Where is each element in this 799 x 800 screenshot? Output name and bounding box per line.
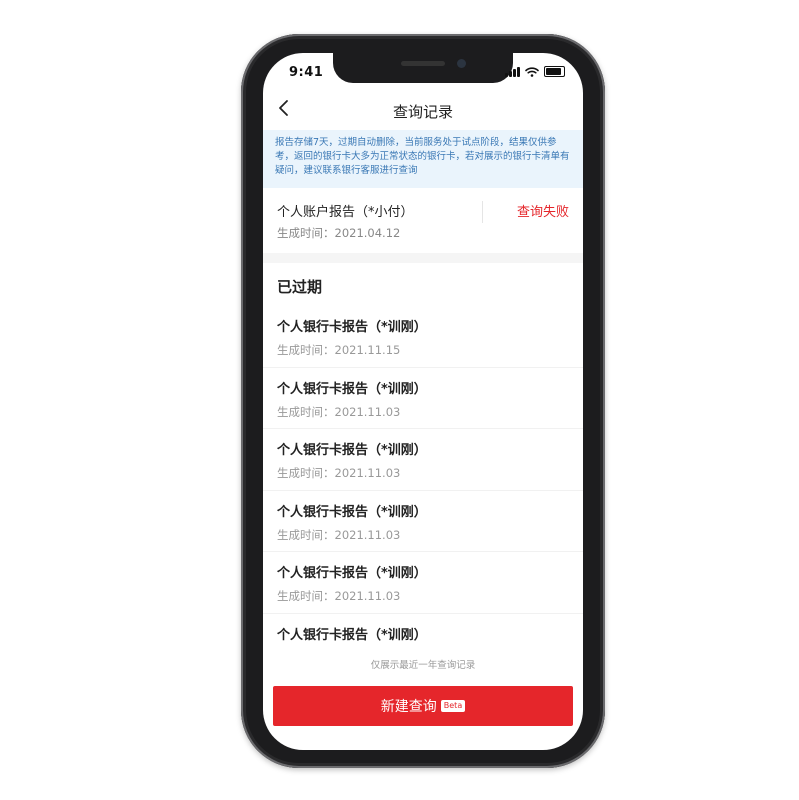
report-title: 个人账户报告（*小付） [277, 205, 414, 220]
report-title: 个人银行卡报告（*训刚） [277, 566, 427, 581]
report-date: 生成时间：2021.11.03 [277, 527, 401, 542]
report-date: 生成时间：2021.11.03 [277, 466, 401, 480]
list-item[interactable]: 个人银行卡报告（*训刚） 生成时间：2021.11.15 [263, 306, 583, 368]
beta-badge: Beta [440, 700, 466, 712]
report-title: 个人银行卡报告（*训刚） [277, 443, 427, 458]
page-title: 查询记录 [392, 103, 453, 121]
notice-banner: 报告存储7天，过期自动删除，当前服务处于试点阶段，结果仅供参考，返回的银行卡大多… [263, 130, 583, 188]
divider [482, 201, 483, 223]
status-time: 9:41 [289, 65, 324, 80]
list-item[interactable]: 个人银行卡报告（*训刚） 生成时间：2021.11.03 [263, 552, 583, 614]
report-card-active[interactable]: 个人账户报告（*小付） 生成时间：2021.04.12 查询失败 [263, 191, 583, 251]
battery-icon [544, 66, 565, 77]
wifi-icon [525, 66, 539, 77]
expired-report-list: 个人银行卡报告（*训刚） 生成时间：2021.11.15 个人银行卡报告（*训刚… [263, 306, 583, 654]
footer-note: 仅展示最近一年查询记录 [370, 660, 476, 671]
new-query-button[interactable]: 新建查询 Beta [273, 686, 573, 726]
section-title-expired: 已过期 [277, 278, 323, 296]
report-date: 生成时间：2021.11.15 [277, 343, 401, 357]
front-camera [457, 59, 466, 68]
list-item[interactable]: 个人银行卡报告（*训刚） [263, 614, 583, 654]
section-separator [263, 253, 583, 263]
report-title: 个人银行卡报告（*训刚） [277, 627, 427, 643]
status-icons [505, 66, 565, 77]
report-date: 生成时间：2021.04.12 [277, 226, 401, 240]
report-date: 生成时间：2021.11.03 [277, 589, 401, 603]
status-label-failed: 查询失败 [516, 205, 569, 220]
list-item[interactable]: 个人银行卡报告（*训刚） 生成时间：2021.11.03 [263, 429, 583, 491]
nav-bar: 查询记录 [263, 97, 583, 125]
speaker-grille [401, 61, 445, 66]
report-title: 个人银行卡报告（*训刚） [277, 504, 427, 520]
list-item[interactable]: 个人银行卡报告（*训刚） 生成时间：2021.11.03 [263, 491, 583, 552]
button-label: 新建查询 [380, 699, 437, 715]
phone-notch [333, 53, 513, 83]
signal-icon [505, 66, 520, 77]
list-item[interactable]: 个人银行卡报告（*训刚） 生成时间：2021.11.03 [263, 368, 583, 429]
report-date: 生成时间：2021.11.03 [277, 404, 401, 419]
phone-screen: 9:41 查询记录 报告存储7天，过期自动删除，当前服务处于试点阶段，结果仅供参… [263, 53, 583, 750]
report-title: 个人银行卡报告（*训刚） [277, 381, 427, 397]
report-title: 个人银行卡报告（*训刚） [277, 320, 427, 335]
